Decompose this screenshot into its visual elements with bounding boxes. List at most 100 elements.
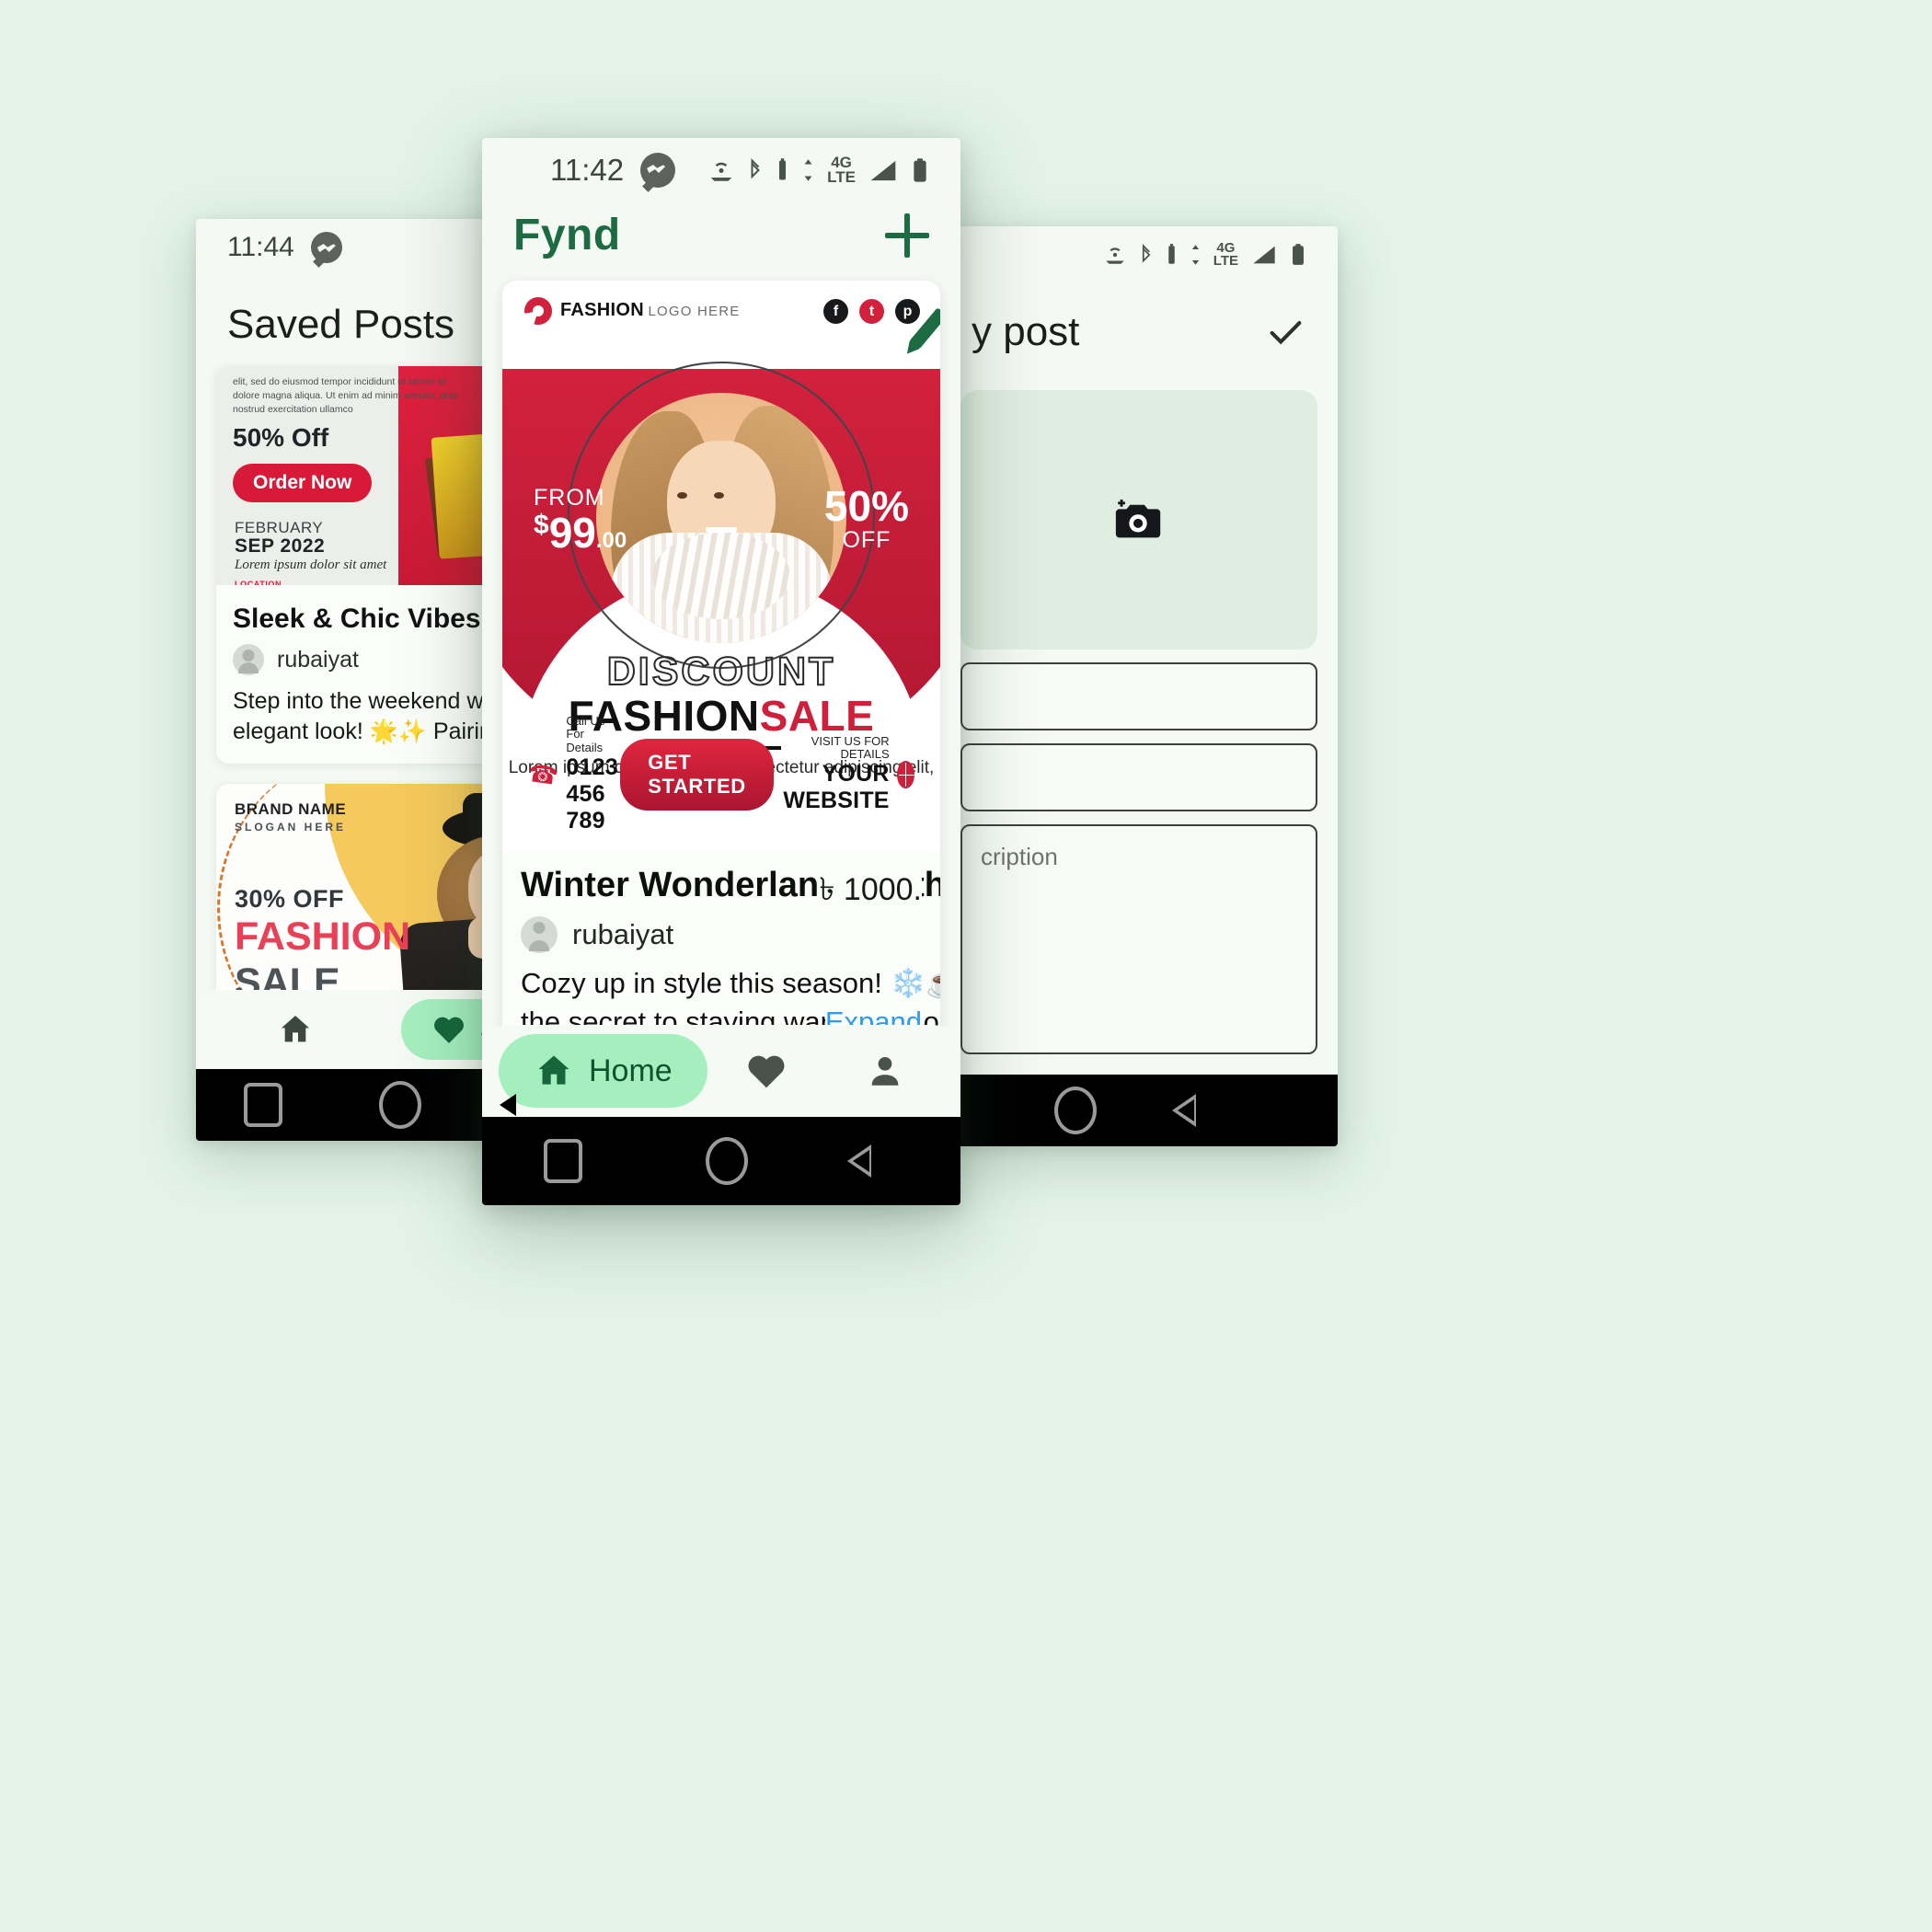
status-time: 11:44 (227, 232, 294, 262)
poster-footer: ☎ Call Us For Details 0123 456 789 GET S… (502, 714, 940, 834)
back-triangle-icon[interactable] (847, 1141, 899, 1181)
poster-script: Lorem ipsum dolor sit amet (235, 558, 387, 572)
pinterest-icon: p (895, 299, 920, 324)
home-icon (538, 1055, 569, 1085)
call-label: Call Us For Details (566, 714, 605, 754)
home-icon (282, 1016, 309, 1042)
poster-date: SEP 2022 (235, 535, 326, 557)
hotspot-icon (710, 162, 732, 181)
battery-small-icon (779, 158, 787, 180)
poster-brand-name: BRAND NAME (235, 800, 347, 818)
poster-line1: 30% OFF (235, 885, 345, 913)
description-field[interactable]: cription (960, 824, 1317, 1054)
facebook-icon: f (823, 299, 848, 324)
list-item[interactable]: FASHION LOGO HERE f t p FROM $99.00 50% … (502, 281, 940, 1062)
nav-item-home[interactable] (196, 1011, 395, 1048)
home-circle-icon[interactable] (378, 1081, 421, 1129)
phone-home-feed: 11:42 4G LTE Fynd FASHION LOGO HERE f t … (482, 138, 960, 1205)
recents-square-icon[interactable] (244, 1083, 283, 1127)
heart-icon (748, 1055, 785, 1088)
bottom-nav-center: Home (482, 1025, 960, 1117)
hotspot-icon (1106, 247, 1124, 264)
status-time: 11:42 (550, 153, 625, 187)
poster-discount-badge: 50% OFF (824, 485, 909, 554)
phone-new-post: 4G LTE y post cription (940, 226, 1338, 1146)
heart-icon (433, 1017, 464, 1043)
description-field-placeholder: cription (981, 843, 1058, 870)
poster-socials: f t p (823, 299, 920, 324)
poster-brand: BRAND NAME SLOGAN HERE (235, 800, 346, 834)
poster-lorem: elit, sed do eiusmod tempor incididunt u… (233, 376, 458, 416)
post-username: rubaiyat (277, 646, 359, 673)
nav-item-profile[interactable] (825, 1051, 944, 1091)
web-main: YOUR WEBSITE (783, 761, 890, 814)
post-price: ৳ 1000. (817, 866, 922, 918)
price-field[interactable] (960, 743, 1317, 811)
poster-line2: FASHION (235, 914, 411, 959)
bluetooth-icon (1142, 244, 1151, 263)
nav-item-saved[interactable] (707, 1052, 826, 1090)
poster-location-label: LOCATION (235, 580, 282, 585)
avatar (521, 916, 558, 953)
web-label: VISIT US FOR DETAILS (811, 733, 890, 762)
logo-title: FASHION (560, 300, 644, 321)
twitter-icon: t (859, 299, 884, 324)
poster-discount: 50% Off (233, 423, 329, 452)
app-title: Fynd (513, 211, 621, 259)
messenger-icon (310, 232, 342, 263)
poster-cta: Order Now (233, 464, 373, 502)
post-image-discount-fashion-sale: FASHION LOGO HERE f t p FROM $99.00 50% … (502, 281, 940, 851)
post-author: rubaiyat (521, 916, 922, 953)
price-cents: .00 (595, 528, 627, 553)
model-portrait (596, 393, 846, 643)
from-label: FROM (534, 485, 605, 511)
nav-pill-home[interactable]: Home (499, 1034, 707, 1108)
screenshot-stage: 11:44 Saved Posts elit, sed do eiusmod t… (0, 0, 1932, 1932)
post-description-line1: Cozy up in style this season! ❄️☕ Layeri… (521, 967, 940, 999)
post-username: rubaiyat (572, 918, 674, 950)
get-started-button[interactable]: GET STARTED (620, 739, 774, 811)
signal-icon (870, 160, 896, 180)
photo-picker[interactable] (960, 390, 1317, 650)
globe-icon (896, 761, 924, 789)
page-title: y post (940, 283, 1338, 375)
plus-icon[interactable] (885, 213, 929, 258)
poster-from-price: FROM $99.00 (534, 485, 627, 554)
nav-item-home[interactable]: Home (499, 1034, 707, 1108)
poster-website-block: VISIT US FOR DETAILS YOUR WEBSITE (774, 733, 924, 815)
poster-logo: FASHION LOGO HERE (524, 297, 740, 325)
logo-subtitle: LOGO HERE (648, 304, 741, 320)
data-transfer-icon (804, 159, 812, 181)
phone-number: 0123 456 789 (566, 754, 618, 834)
off-percent: 50% (823, 482, 909, 530)
back-triangle-icon[interactable] (1172, 1090, 1224, 1131)
home-circle-icon[interactable] (706, 1137, 748, 1185)
battery-icon (1293, 244, 1304, 265)
poster-month: FEBRUARY (235, 519, 324, 536)
person-icon (871, 1056, 899, 1086)
headline-discount: DISCOUNT (606, 650, 836, 694)
title-field[interactable] (960, 662, 1317, 730)
check-icon[interactable] (1264, 311, 1306, 353)
nav-label-home: Home (589, 1052, 673, 1088)
price-main: 99 (548, 509, 596, 557)
page-title-text: y post (972, 309, 1080, 354)
network-label: 4G LTE (1213, 239, 1238, 269)
data-transfer-icon (1191, 245, 1199, 265)
messenger-icon (640, 153, 676, 188)
off-label: OFF (842, 527, 891, 553)
add-photo-icon (1115, 499, 1161, 538)
battery-small-icon (1168, 244, 1175, 264)
battery-icon (914, 157, 926, 182)
poster-slogan: SLOGAN HERE (235, 821, 347, 834)
status-bar-right: 4G LTE (940, 226, 1338, 283)
logo-mark-icon (524, 297, 552, 325)
status-bar-center: 11:42 4G LTE (482, 138, 960, 202)
signal-icon (1253, 246, 1275, 264)
home-circle-icon[interactable] (1054, 1087, 1097, 1134)
bluetooth-icon (751, 158, 761, 179)
app-bar: Fynd (482, 202, 960, 281)
poster-phone-block: ☎ Call Us For Details 0123 456 789 (526, 714, 620, 834)
recents-square-icon[interactable] (544, 1139, 582, 1183)
price-currency: $ (534, 510, 549, 540)
